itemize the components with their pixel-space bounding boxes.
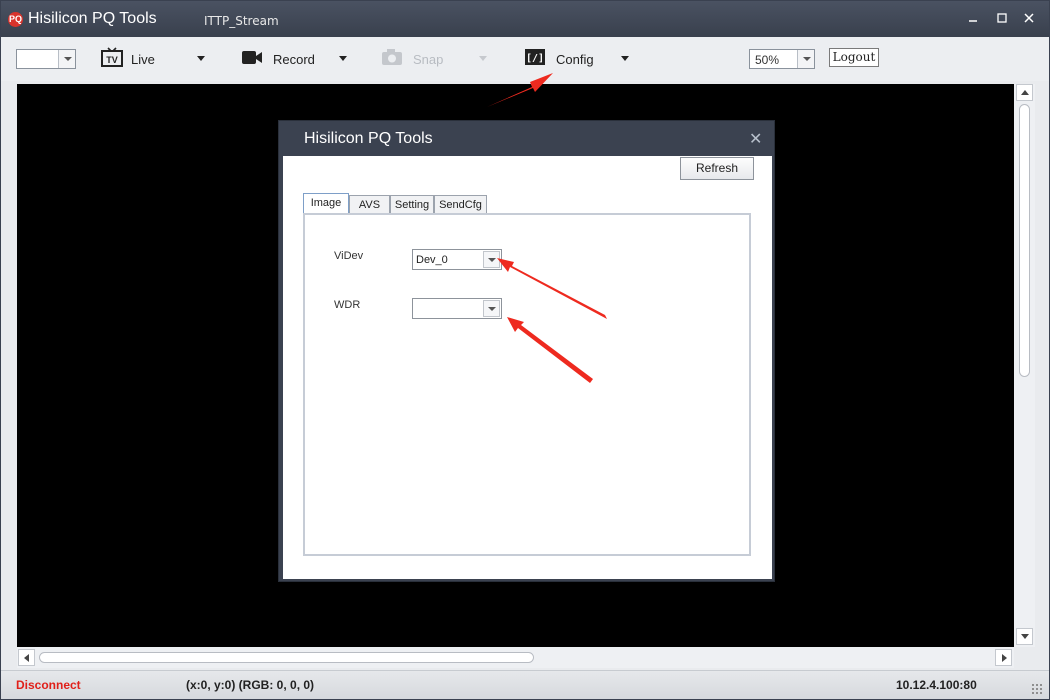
config-dropdown-icon[interactable] bbox=[621, 56, 629, 61]
horizontal-scrollbar[interactable] bbox=[17, 647, 1014, 668]
config-button[interactable]: [/] Config bbox=[524, 45, 634, 73]
server-address: 10.12.4.100:80 bbox=[896, 678, 977, 692]
wdr-label: WDR bbox=[334, 299, 361, 311]
vertical-scroll-thumb[interactable] bbox=[1019, 104, 1030, 377]
tab-sendcfg[interactable]: SendCfg bbox=[434, 195, 487, 214]
app-window: PQ Hisilicon PQ Tools ITTP_Stream TV Liv… bbox=[0, 0, 1050, 700]
tab-setting[interactable]: Setting bbox=[390, 195, 434, 214]
close-button[interactable] bbox=[1021, 10, 1037, 26]
zoom-select[interactable]: 50% bbox=[749, 49, 815, 69]
svg-text:[/]: [/] bbox=[526, 53, 544, 64]
toolbar: TV Live Record Snap [/] Config 50% Logou… bbox=[1, 37, 1049, 81]
svg-text:TV: TV bbox=[106, 55, 118, 65]
snap-dropdown-icon[interactable] bbox=[479, 56, 487, 61]
maximize-button[interactable] bbox=[994, 10, 1010, 26]
config-brackets-icon: [/] bbox=[525, 49, 545, 65]
live-dropdown-icon[interactable] bbox=[197, 56, 205, 61]
app-title: Hisilicon PQ Tools bbox=[28, 10, 157, 27]
tv-icon: TV bbox=[101, 47, 123, 67]
live-button[interactable]: TV Live bbox=[101, 45, 211, 73]
scroll-up-icon[interactable] bbox=[1016, 84, 1033, 101]
record-dropdown-icon[interactable] bbox=[339, 56, 347, 61]
dialog-body: Refresh Image AVS Setting SendCfg ViDev … bbox=[283, 156, 772, 579]
record-button[interactable]: Record bbox=[241, 45, 351, 73]
horizontal-scroll-thumb[interactable] bbox=[39, 652, 534, 663]
chevron-down-icon[interactable] bbox=[58, 50, 75, 68]
connection-status: Disconnect bbox=[16, 678, 81, 692]
app-logo-icon: PQ bbox=[8, 12, 23, 27]
videv-select[interactable]: Dev_0 bbox=[412, 249, 502, 270]
stream-name: ITTP_Stream bbox=[204, 14, 279, 28]
record-label: Record bbox=[273, 52, 315, 67]
chevron-down-icon[interactable] bbox=[483, 251, 500, 268]
tab-avs[interactable]: AVS bbox=[349, 195, 390, 214]
scroll-right-icon[interactable] bbox=[995, 649, 1012, 666]
minimize-icon bbox=[969, 20, 977, 22]
config-dialog: Hisilicon PQ Tools ✕ Refresh Image AVS S… bbox=[278, 120, 775, 582]
videv-label: ViDev bbox=[334, 250, 364, 262]
snap-label: Snap bbox=[413, 52, 444, 67]
image-tab-panel: ViDev Dev_0 WDR bbox=[303, 213, 751, 556]
chevron-down-icon[interactable] bbox=[797, 50, 814, 68]
minimize-button[interactable] bbox=[965, 10, 981, 26]
channel-select[interactable] bbox=[16, 49, 76, 69]
wdr-select[interactable] bbox=[412, 298, 502, 319]
dialog-close-icon[interactable]: ✕ bbox=[749, 129, 762, 149]
config-label: Config bbox=[556, 52, 594, 67]
status-bar: Disconnect (x:0, y:0) (RGB: 0, 0, 0) 10.… bbox=[1, 670, 1049, 699]
camera-icon bbox=[382, 49, 402, 65]
maximize-icon bbox=[997, 13, 1007, 23]
logout-button[interactable]: Logout bbox=[829, 48, 879, 67]
chevron-down-icon[interactable] bbox=[483, 300, 500, 317]
close-icon bbox=[1024, 13, 1034, 23]
tab-image[interactable]: Image bbox=[303, 193, 349, 215]
scroll-down-icon[interactable] bbox=[1016, 628, 1033, 645]
videv-value: Dev_0 bbox=[416, 254, 448, 266]
pixel-info: (x:0, y:0) (RGB: 0, 0, 0) bbox=[186, 678, 315, 692]
dialog-title: Hisilicon PQ Tools bbox=[304, 130, 433, 147]
live-label: Live bbox=[131, 52, 155, 67]
video-camera-icon bbox=[242, 51, 262, 64]
snap-button[interactable]: Snap bbox=[381, 45, 491, 73]
title-bar[interactable]: PQ Hisilicon PQ Tools ITTP_Stream bbox=[1, 1, 1049, 37]
zoom-value: 50% bbox=[755, 53, 780, 67]
refresh-button[interactable]: Refresh bbox=[680, 157, 754, 180]
scroll-left-icon[interactable] bbox=[18, 649, 35, 666]
resize-grip-icon[interactable] bbox=[1031, 683, 1043, 695]
vertical-scrollbar[interactable] bbox=[1014, 84, 1035, 647]
